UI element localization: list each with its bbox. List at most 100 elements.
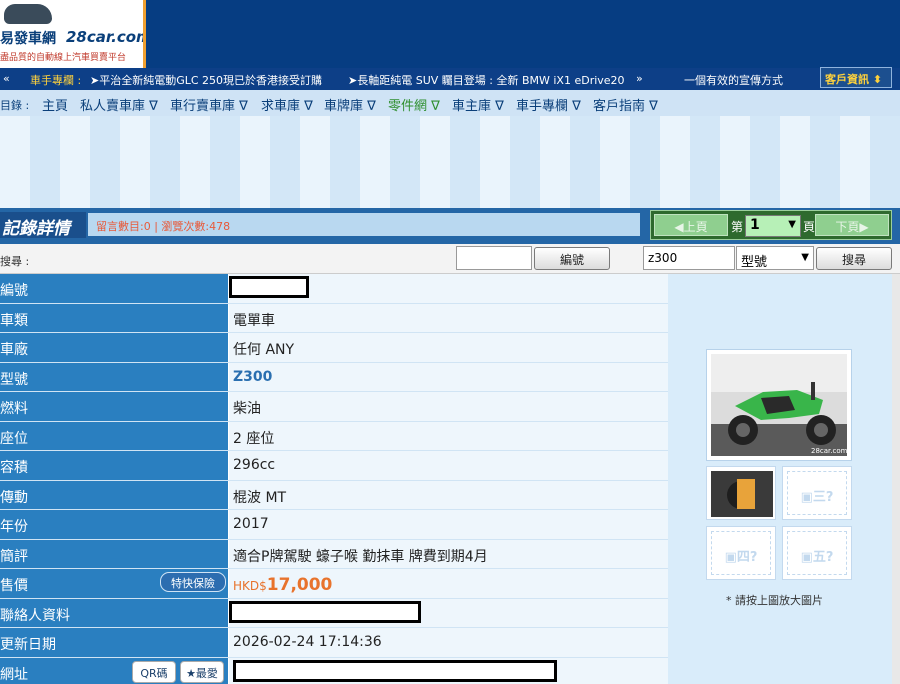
price-amount: 17,000 bbox=[266, 575, 333, 595]
ticker-item-3[interactable]: 一個有效的宣傳方式 bbox=[684, 72, 783, 88]
motorcycle-photo: 28car.com bbox=[711, 354, 847, 456]
model-label: 型號 bbox=[0, 362, 228, 391]
nav-item-owners[interactable]: 車主庫 ∇ bbox=[452, 95, 504, 114]
nav-item-home[interactable]: 主頁 bbox=[42, 95, 68, 114]
remarks-value: 適合P牌駕駛 蠔子喉 勤抹車 牌費到期4月 bbox=[228, 539, 668, 568]
id-search-button[interactable]: 編號 bbox=[534, 247, 610, 270]
photo-slot-3-label: 三? bbox=[812, 490, 834, 505]
nav-item-columns[interactable]: 車手專欄 ∇ bbox=[516, 95, 581, 114]
photo-watermark: 28car.com bbox=[811, 447, 847, 455]
updated-label: 更新日期 bbox=[0, 628, 228, 657]
page-select-value: 1 bbox=[750, 217, 760, 233]
photo-slot-5-label: 五? bbox=[812, 550, 834, 565]
url-label: 網址 bbox=[0, 666, 28, 683]
search-field-select[interactable]: 型號 ▼ bbox=[736, 246, 814, 270]
seats-value: 2 座位 bbox=[228, 421, 668, 450]
id-search-input[interactable] bbox=[456, 246, 532, 270]
photo-slot-4[interactable]: ▣四? bbox=[706, 526, 776, 580]
express-insurance-button[interactable]: 特快保險 bbox=[160, 572, 226, 592]
client-info-button[interactable]: 客戶資訊 ⬍ bbox=[820, 67, 892, 88]
pager: ◀上頁 第 1 ▼ 頁 下頁▶ bbox=[650, 210, 892, 240]
contact-value bbox=[228, 598, 668, 627]
url-label-cell: 網址 QR碼 ★最愛 bbox=[0, 657, 228, 684]
url-value bbox=[228, 657, 668, 684]
year-label: 年份 bbox=[0, 510, 228, 539]
chevron-down-icon: ▼ bbox=[788, 219, 796, 230]
ticker-item-2[interactable]: ➤長軸距純電 SUV 矚目登場 : 全新 BMW iX1 eDrive20 bbox=[348, 72, 625, 88]
keyword-search-input[interactable]: z300 bbox=[643, 246, 735, 270]
photo-slot-3[interactable]: ▣三? bbox=[782, 466, 852, 520]
main-photo[interactable]: 28car.com bbox=[706, 349, 852, 461]
detail-row-seats: 座位 2 座位 bbox=[0, 421, 668, 451]
updated-value: 2026-02-24 17:14:36 bbox=[228, 628, 668, 657]
price-value: HKD$17,000 bbox=[228, 569, 668, 598]
detail-row-model: 型號 Z300 bbox=[0, 362, 668, 392]
record-title: 記錄詳情 bbox=[0, 212, 86, 239]
price-label: 售價 bbox=[0, 578, 28, 594]
nav-item-dealer-sale[interactable]: 車行賣車庫 ∇ bbox=[170, 95, 248, 114]
redacted-contact bbox=[229, 600, 421, 623]
detail-row-transmission: 傳動 棍波 MT bbox=[0, 480, 668, 510]
chevron-down-icon: ▼ bbox=[801, 252, 809, 263]
logo-chinese-text: 易發車網 bbox=[0, 31, 56, 47]
price-currency: HKD$ bbox=[233, 579, 267, 593]
prev-page-button[interactable]: ◀上頁 bbox=[654, 214, 728, 236]
transmission-label: 傳動 bbox=[0, 480, 228, 509]
next-page-button[interactable]: 下頁▶ bbox=[815, 214, 889, 236]
empty-photo-3: ▣三? bbox=[787, 471, 847, 515]
favorite-button[interactable]: ★最愛 bbox=[180, 660, 224, 683]
detail-table: 編號 車類 電單車 車廠 任何 ANY 型號 Z300 燃料 柴油 座位 2 座… bbox=[0, 274, 668, 684]
detail-row-id: 編號 bbox=[0, 274, 668, 304]
nav-item-parts[interactable]: 零件網 ∇ bbox=[388, 95, 440, 114]
remarks-label: 簡評 bbox=[0, 539, 228, 568]
ticker-category: 車手專欄 : bbox=[30, 74, 82, 87]
search-button[interactable]: 搜尋 bbox=[816, 247, 892, 270]
nav-item-plates[interactable]: 車牌庫 ∇ bbox=[324, 95, 376, 114]
search-label: 搜尋 : bbox=[0, 255, 30, 268]
enlarge-hint: * 請按上圖放大圖片 bbox=[726, 594, 823, 607]
nav-item-private-sale[interactable]: 私人賣車庫 ∇ bbox=[80, 95, 158, 114]
banner-area bbox=[0, 116, 900, 208]
redacted-url bbox=[233, 659, 557, 682]
detail-row-type: 車類 電單車 bbox=[0, 303, 668, 333]
transmission-value: 棍波 MT bbox=[228, 480, 668, 509]
photo-thumb-2[interactable] bbox=[706, 466, 776, 520]
page-suffix-label: 頁 bbox=[803, 220, 816, 234]
redacted-id bbox=[229, 276, 309, 298]
detail-row-fuel: 燃料 柴油 bbox=[0, 392, 668, 422]
detail-row-price: 售價 特快保險 HKD$17,000 bbox=[0, 569, 668, 599]
capacity-value: 296cc bbox=[228, 451, 668, 480]
id-label: 編號 bbox=[0, 274, 228, 303]
seats-label: 座位 bbox=[0, 421, 228, 450]
contact-label: 聯絡人資料 bbox=[0, 598, 228, 627]
detail-row-year: 年份 2017 bbox=[0, 510, 668, 540]
empty-photo-5: ▣五? bbox=[787, 531, 847, 575]
page-select[interactable]: 1 ▼ bbox=[745, 215, 801, 237]
news-ticker: « 車手專欄 : ➤平治全新純電動GLC 250現已於香港接受訂購 ➤長軸距純電… bbox=[0, 68, 900, 90]
logo-brand-text: 28car.com bbox=[66, 28, 146, 46]
detail-row-capacity: 容積 296cc bbox=[0, 451, 668, 481]
page-prefix-label: 第 bbox=[731, 220, 744, 234]
model-value[interactable]: Z300 bbox=[228, 362, 668, 391]
detail-row-remarks: 簡評 適合P牌駕駛 蠔子喉 勤抹車 牌費到期4月 bbox=[0, 539, 668, 569]
scrollbar[interactable] bbox=[892, 274, 900, 684]
site-logo[interactable]: 易發車網 28car.com 盡品質的自動線上汽車買賣平台 bbox=[0, 0, 146, 68]
nav-prefix: 目錄 : bbox=[0, 99, 30, 112]
site-header: 易發車網 28car.com 盡品質的自動線上汽車買賣平台 bbox=[0, 0, 900, 68]
photo-slot-5[interactable]: ▣五? bbox=[782, 526, 852, 580]
detail-row-make: 車廠 任何 ANY bbox=[0, 333, 668, 363]
nav-item-guide[interactable]: 客戶指南 ∇ bbox=[593, 95, 658, 114]
qr-code-button[interactable]: QR碼 bbox=[132, 660, 176, 683]
logo-tagline: 盡品質的自動線上汽車買賣平台 bbox=[0, 53, 127, 63]
motorcycle-detail-photo bbox=[711, 471, 773, 517]
ticker-next-arrow[interactable]: » bbox=[636, 72, 643, 85]
type-label: 車類 bbox=[0, 303, 228, 332]
ticker-item-1[interactable]: ➤平治全新純電動GLC 250現已於香港接受訂購 bbox=[90, 72, 322, 88]
type-value: 電單車 bbox=[228, 303, 668, 332]
fuel-value: 柴油 bbox=[228, 392, 668, 421]
ticker-prev-arrow[interactable]: « bbox=[3, 72, 10, 85]
make-value: 任何 ANY bbox=[228, 333, 668, 362]
nav-item-wanted[interactable]: 求車庫 ∇ bbox=[261, 95, 313, 114]
search-bar: 搜尋 : 編號 z300 型號 ▼ 搜尋 bbox=[0, 244, 900, 274]
capacity-label: 容積 bbox=[0, 451, 228, 480]
